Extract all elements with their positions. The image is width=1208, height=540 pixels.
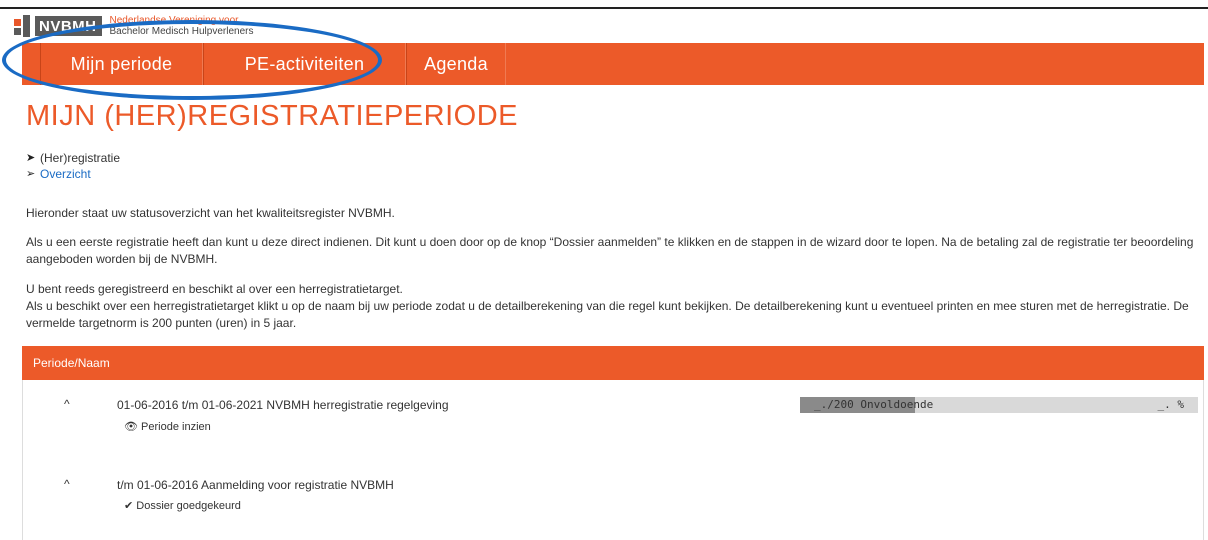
- nav-pe-activiteiten[interactable]: PE-activiteiten: [203, 43, 406, 85]
- nav-agenda[interactable]: Agenda: [406, 43, 506, 85]
- breadcrumb: ➤ (Her)registratie ➢ Overzicht: [26, 150, 120, 182]
- breadcrumb-item-herregistratie: ➤ (Her)registratie: [26, 150, 120, 166]
- page-title: MIJN (HER)REGISTRATIEPERIODE: [26, 100, 518, 132]
- nav-mijn-periode[interactable]: Mijn periode: [40, 43, 203, 85]
- row-collapse-toggle-icon[interactable]: ^: [64, 397, 70, 411]
- reregistration-instructions: Als u beschikt over een herregistratieta…: [26, 299, 1189, 330]
- logo-tagline: Nederlandse Vereniging voor Bachelor Med…: [110, 15, 254, 37]
- main-navigation: Mijn periode PE-activiteiten Agenda: [22, 43, 1204, 85]
- registered-status-text: U bent reeds geregistreerd en beschikt a…: [26, 282, 403, 296]
- logo-wordmark: NVBMH: [35, 16, 102, 36]
- progress-percent: _. %: [1157, 398, 1185, 411]
- logo-tagline-line2: Bachelor Medisch Hulpverleners: [109, 26, 254, 37]
- period-row-title[interactable]: 01-06-2016 t/m 01-06-2021 NVBMH herregis…: [117, 398, 449, 412]
- progress-label: _./200 Onvoldoende: [814, 398, 934, 411]
- nvbmh-logo[interactable]: NVBMH Nederlandse Vereniging voor Bachel…: [14, 11, 253, 41]
- eye-icon: 👁: [124, 421, 138, 433]
- table-header-periode-naam: Periode/Naam: [22, 346, 1204, 380]
- view-period-label: Periode inzien: [141, 421, 211, 433]
- logo-tagline-line1: Nederlandse Vereniging voor: [109, 15, 239, 26]
- arrow-right-outline-icon: ➢: [26, 168, 36, 180]
- breadcrumb-link-overzicht[interactable]: Overzicht: [40, 166, 91, 182]
- registration-instructions: Als u een eerste registratie heeft dan k…: [26, 235, 1194, 266]
- registration-row-title[interactable]: t/m 01-06-2016 Aanmelding voor registrat…: [117, 478, 394, 492]
- top-border-line: [0, 7, 1208, 9]
- intro-text: Hieronder staat uw statusoverzicht van h…: [26, 206, 395, 220]
- row-collapse-toggle-icon[interactable]: ^: [64, 477, 70, 491]
- view-period-link[interactable]: 👁 Periode inzien: [124, 420, 211, 433]
- logo-cross-icon: [14, 15, 32, 37]
- dossier-status-label: Dossier goedgekeurd: [136, 500, 241, 512]
- dossier-status: ✔ Dossier goedgekeurd: [124, 499, 241, 512]
- arrow-right-filled-icon: ➤: [26, 152, 36, 164]
- breadcrumb-label: (Her)registratie: [40, 151, 121, 165]
- checkmark-icon: ✔: [124, 500, 134, 512]
- progress-bar: _./200 Onvoldoende _. %: [800, 397, 1198, 413]
- breadcrumb-item-overzicht[interactable]: ➢ Overzicht: [26, 166, 120, 182]
